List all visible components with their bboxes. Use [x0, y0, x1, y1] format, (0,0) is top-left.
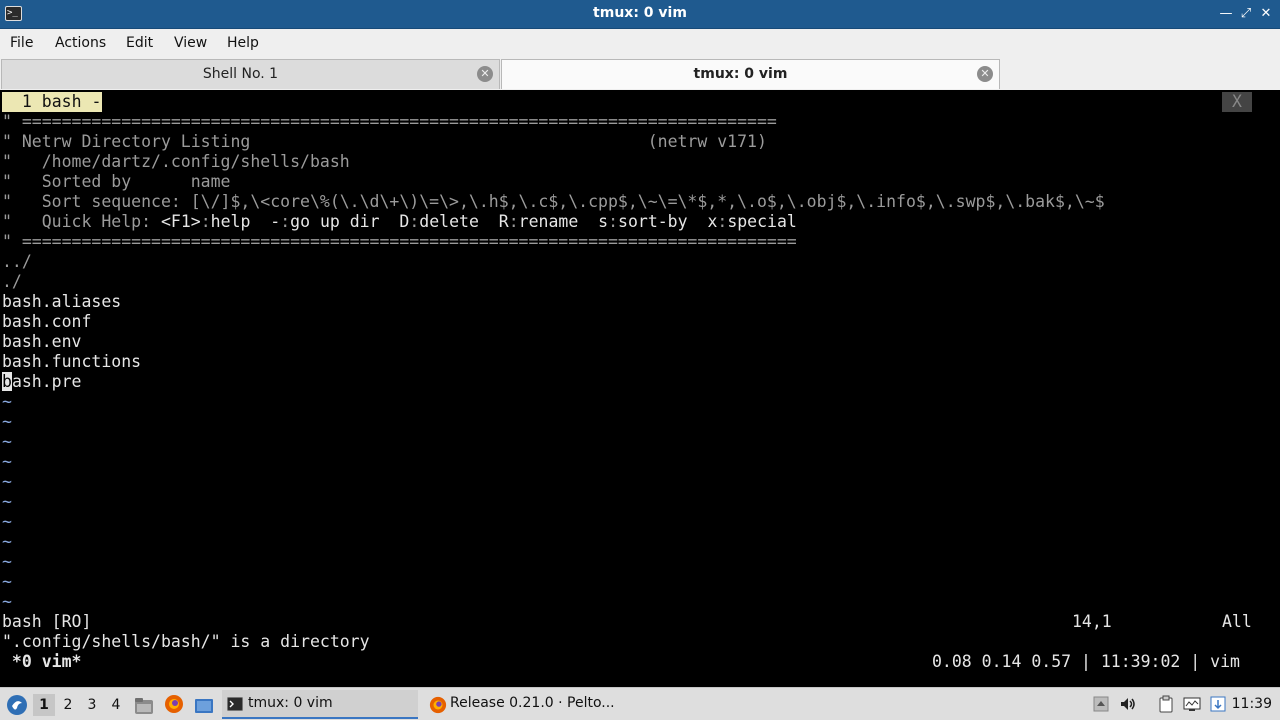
quick-help-action: help	[210, 212, 251, 231]
quick-help-sep: :	[508, 212, 519, 231]
menu-file[interactable]: File	[10, 35, 33, 51]
file-entry[interactable]: bash.functions	[2, 352, 141, 372]
volume-icon[interactable]	[1119, 695, 1137, 713]
terminal-icon	[227, 697, 243, 711]
desktop-icon[interactable]	[194, 695, 214, 713]
tmux-status-right: 0.08 0.14 0.57 | 11:39:02 | vim	[932, 652, 1240, 671]
menu-view[interactable]: View	[174, 35, 207, 51]
empty-line-tilde: ~	[2, 492, 12, 511]
quick-help-key: D	[399, 212, 410, 231]
netrw-header-separator: " ======================================…	[2, 112, 777, 131]
quick-help-action: delete	[419, 212, 479, 231]
quick-help-key: s	[598, 212, 609, 231]
file-entry[interactable]: bash.env	[2, 332, 81, 352]
tab-shell-no-1[interactable]: Shell No. 1 ✕	[1, 59, 500, 89]
quick-help-sep: :	[200, 212, 211, 231]
monitor-icon[interactable]	[1183, 695, 1201, 713]
close-icon[interactable]: ✕	[1258, 5, 1274, 23]
vim-statusline-scroll: All	[1222, 612, 1252, 631]
minimize-icon[interactable]: —	[1218, 5, 1234, 23]
task-label: tmux: 0 vim	[248, 695, 333, 711]
quick-help-action: rename	[518, 212, 579, 231]
tab-close-icon[interactable]: ✕	[477, 66, 493, 82]
file-entry[interactable]: bash.aliases	[2, 292, 121, 312]
task-label: Release 0.21.0 · Pelto...	[450, 695, 615, 711]
vim-tabline-tab[interactable]: 1 bash -	[2, 92, 102, 112]
empty-line-tilde: ~	[2, 452, 12, 471]
empty-line-tilde: ~	[2, 432, 12, 451]
tray-arrow-icon[interactable]	[1092, 695, 1110, 713]
firefox-icon	[429, 696, 447, 714]
dir-entry-current[interactable]: ./	[2, 272, 22, 292]
tab-close-icon[interactable]: ✕	[977, 66, 993, 82]
file-manager-icon[interactable]	[134, 695, 154, 714]
quick-help-sep: :	[409, 212, 420, 231]
app-menu-icon[interactable]	[6, 694, 28, 716]
network-icon[interactable]	[1209, 695, 1227, 713]
empty-line-tilde: ~	[2, 472, 12, 491]
quick-help-sep: :	[280, 212, 291, 231]
netrw-header-path: " /home/dartz/.config/shells/bash	[2, 152, 350, 171]
vim-statusline-position: 14,1	[1072, 612, 1112, 631]
workspace-4[interactable]: 4	[105, 694, 127, 716]
taskbar: 1 2 3 4 tmux: 0 vim Release 0.21.0 · Pel…	[0, 687, 1280, 720]
netrw-header-sort-sequence: " Sort sequence: [\/]$,\<core\%(\.\d\+\)…	[2, 192, 1105, 211]
empty-line-tilde: ~	[2, 512, 12, 531]
menu-help[interactable]: Help	[227, 35, 259, 51]
tab-bar: Shell No. 1 ✕ tmux: 0 vim ✕	[0, 58, 1280, 90]
empty-line-tilde: ~	[2, 392, 12, 411]
workspace-2[interactable]: 2	[57, 694, 79, 716]
clock[interactable]: 11:39	[1232, 696, 1272, 712]
quick-help-action: special	[727, 212, 797, 231]
empty-line-tilde: ~	[2, 532, 12, 551]
vim-tabline-close[interactable]: X	[1222, 92, 1252, 112]
quick-help-action: go up dir	[290, 212, 380, 231]
quick-help-sep: :	[608, 212, 619, 231]
quick-help-key: R	[498, 212, 509, 231]
empty-line-tilde: ~	[2, 552, 12, 571]
empty-line-tilde: ~	[2, 412, 12, 431]
firefox-launcher-icon[interactable]	[164, 694, 184, 714]
maximize-icon[interactable]: ⤢	[1238, 5, 1254, 23]
menu-edit[interactable]: Edit	[126, 35, 153, 51]
quick-help-key: x	[707, 212, 718, 231]
file-entry-rest: ash.pre	[11, 372, 82, 391]
clipboard-icon[interactable]	[1157, 695, 1175, 713]
terminal-area[interactable]: 1 bash - X " ===========================…	[0, 90, 1280, 687]
netrw-header-sorted: " Sorted by name	[2, 172, 231, 191]
quick-help-key: <F1>	[160, 212, 201, 231]
vim-message: ".config/shells/bash/" is a directory	[2, 632, 370, 651]
quick-help-key: -	[270, 212, 281, 231]
window-title: tmux: 0 vim	[593, 5, 687, 21]
empty-line-tilde: ~	[2, 572, 12, 591]
quick-help-prefix: " Quick Help:	[2, 212, 161, 231]
quick-help-sep: :	[717, 212, 728, 231]
menu-bar: File Actions Edit View Help	[0, 29, 1280, 58]
empty-line-tilde: ~	[2, 592, 12, 611]
workspace-3[interactable]: 3	[81, 694, 103, 716]
task-firefox[interactable]: Release 0.21.0 · Pelto...	[424, 690, 620, 719]
netrw-quick-help: " Quick Help: <F1>:help -:go up dir D:de…	[2, 212, 797, 232]
vim-statusline-file: bash [RO]	[2, 612, 92, 631]
text-cursor: b	[2, 372, 12, 391]
tab-label: tmux: 0 vim	[693, 66, 788, 82]
task-tmux-vim[interactable]: tmux: 0 vim	[222, 690, 418, 719]
quick-help-action: sort-by	[618, 212, 688, 231]
tab-tmux-vim[interactable]: tmux: 0 vim ✕	[501, 59, 1000, 89]
window-titlebar: >_ tmux: 0 vim — ⤢ ✕	[0, 0, 1280, 29]
file-entry-selected[interactable]: bash.pre	[2, 372, 81, 392]
workspace-1[interactable]: 1	[33, 694, 55, 716]
tab-label: Shell No. 1	[202, 66, 279, 82]
netrw-header-title: " Netrw Directory Listing (netrw v171)	[2, 132, 767, 151]
tmux-window-list[interactable]: *0 vim*	[2, 652, 82, 672]
netrw-header-separator-bottom: " ======================================…	[2, 232, 797, 251]
menu-actions[interactable]: Actions	[55, 35, 106, 51]
dir-entry-parent[interactable]: ../	[2, 252, 32, 272]
file-entry[interactable]: bash.conf	[2, 312, 91, 332]
